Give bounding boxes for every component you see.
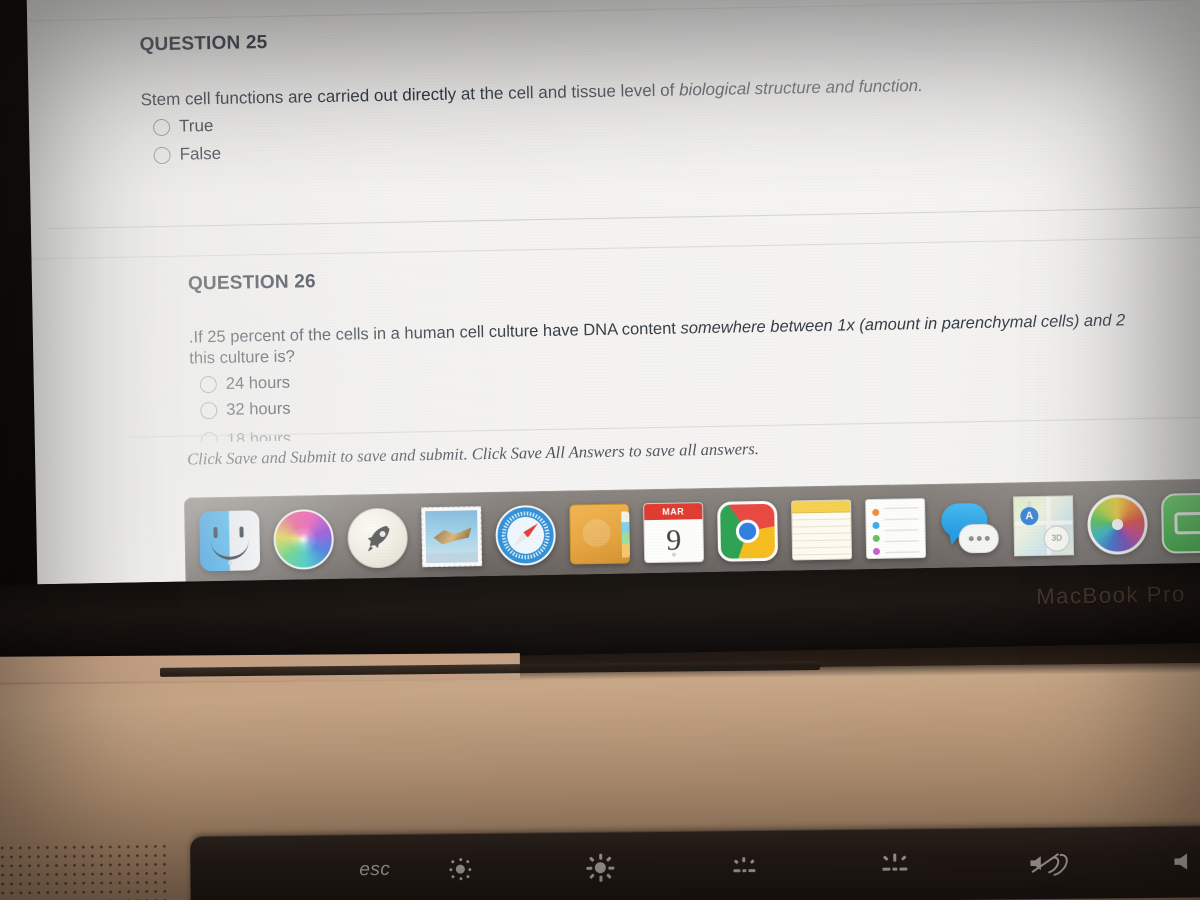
dock-item-safari[interactable] xyxy=(495,504,557,566)
brightness-down-icon xyxy=(448,857,472,881)
dock-item-facetime[interactable] xyxy=(1160,492,1200,554)
dock-item-mail[interactable] xyxy=(421,505,483,567)
chrome-icon xyxy=(717,500,779,562)
safari-icon xyxy=(495,504,557,566)
option-label: 18 hours xyxy=(226,429,292,443)
mail-icon xyxy=(421,505,483,567)
touch-bar-keyboard-brightness-down-key[interactable] xyxy=(670,829,821,900)
touch-bar-brightness-up-key[interactable] xyxy=(530,831,671,900)
laptop-lid: QUESTION 25 Stem cell functions are carr… xyxy=(0,0,1200,666)
dock-item-reminders[interactable] xyxy=(865,497,927,559)
macbook-pro-brand-label: MacBook Pro xyxy=(1035,581,1187,610)
maps-3d-label: 3D xyxy=(1043,524,1071,552)
divider-between-questions-2 xyxy=(31,234,1200,260)
question-26-title: QUESTION 26 xyxy=(187,271,316,295)
save-instructions-text: Click Save and Submit to save and submit… xyxy=(187,439,760,469)
dock-item-notes[interactable] xyxy=(791,498,853,560)
option-label: True xyxy=(178,116,214,136)
radio-button-icon[interactable] xyxy=(152,118,171,136)
running-indicator-dot xyxy=(228,560,233,565)
dock-item-finder[interactable] xyxy=(199,509,261,571)
touch-bar-keyboard-brightness-up-key[interactable] xyxy=(820,828,971,900)
dock-item-siri[interactable] xyxy=(273,508,335,570)
divider-between-questions-1 xyxy=(48,204,1200,230)
radio-button-icon[interactable] xyxy=(153,146,171,164)
radio-button-icon[interactable] xyxy=(200,431,219,443)
touch-bar-mute-key[interactable] xyxy=(970,826,1121,900)
touch-bar-esc-key[interactable]: esc xyxy=(190,834,391,900)
question-25-prompt-italic: biological structure and function. xyxy=(678,76,924,100)
dock-item-launchpad[interactable] xyxy=(347,507,409,569)
question-25-prompt-plain: Stem cell functions are carried out dire… xyxy=(140,80,680,110)
speaker-grille-left xyxy=(0,841,173,900)
brightness-up-icon xyxy=(586,853,615,882)
touch-bar[interactable]: esc xyxy=(190,824,1200,900)
notes-icon xyxy=(791,498,853,560)
dock-item-calendar[interactable]: MAR 9 xyxy=(643,501,705,563)
reminders-icon xyxy=(865,497,927,559)
radio-button-icon[interactable] xyxy=(199,375,217,394)
question-25-block: QUESTION 25 Stem cell functions are carr… xyxy=(139,14,1200,166)
dock-item-contacts[interactable] xyxy=(569,502,631,565)
dock-item-chrome[interactable] xyxy=(717,500,779,562)
running-indicator-dot xyxy=(671,552,677,557)
photos-icon xyxy=(1086,493,1149,555)
option-label: 24 hours xyxy=(225,373,291,393)
radio-button-icon[interactable] xyxy=(200,401,218,420)
question-25-title: QUESTION 25 xyxy=(139,32,268,56)
siri-icon xyxy=(273,508,335,570)
option-label: False xyxy=(179,143,222,164)
rocket-glyph xyxy=(367,525,390,551)
option-label: 32 hours xyxy=(226,399,291,419)
photo-scene: QUESTION 25 Stem cell functions are carr… xyxy=(0,0,1200,900)
contacts-icon xyxy=(569,502,631,565)
dock-item-photos[interactable] xyxy=(1086,493,1149,555)
volume-icon xyxy=(1170,849,1200,873)
maps-pin-label: A xyxy=(1020,506,1039,525)
keyboard-brightness-down-icon xyxy=(732,857,758,875)
maps-icon: A 3D xyxy=(1013,494,1075,556)
touch-bar-volume-key[interactable] xyxy=(1120,825,1200,898)
laptop-screen: QUESTION 25 Stem cell functions are carr… xyxy=(26,0,1200,585)
calendar-month-label: MAR xyxy=(644,502,703,520)
esc-label: esc xyxy=(359,858,391,881)
question-26-block: QUESTION 26 .If 25 percent of the cells … xyxy=(187,253,1200,443)
keyboard-brightness-up-icon xyxy=(882,853,908,873)
exam-page: QUESTION 25 Stem cell functions are carr… xyxy=(26,0,1200,585)
launchpad-icon xyxy=(347,507,409,569)
facetime-icon xyxy=(1160,492,1200,554)
mute-icon xyxy=(1030,849,1073,881)
dock-item-maps[interactable]: A 3D xyxy=(1013,494,1075,556)
dock-item-messages[interactable] xyxy=(939,496,1000,557)
messages-icon xyxy=(939,496,1000,557)
touch-bar-brightness-down-key[interactable] xyxy=(390,832,531,900)
